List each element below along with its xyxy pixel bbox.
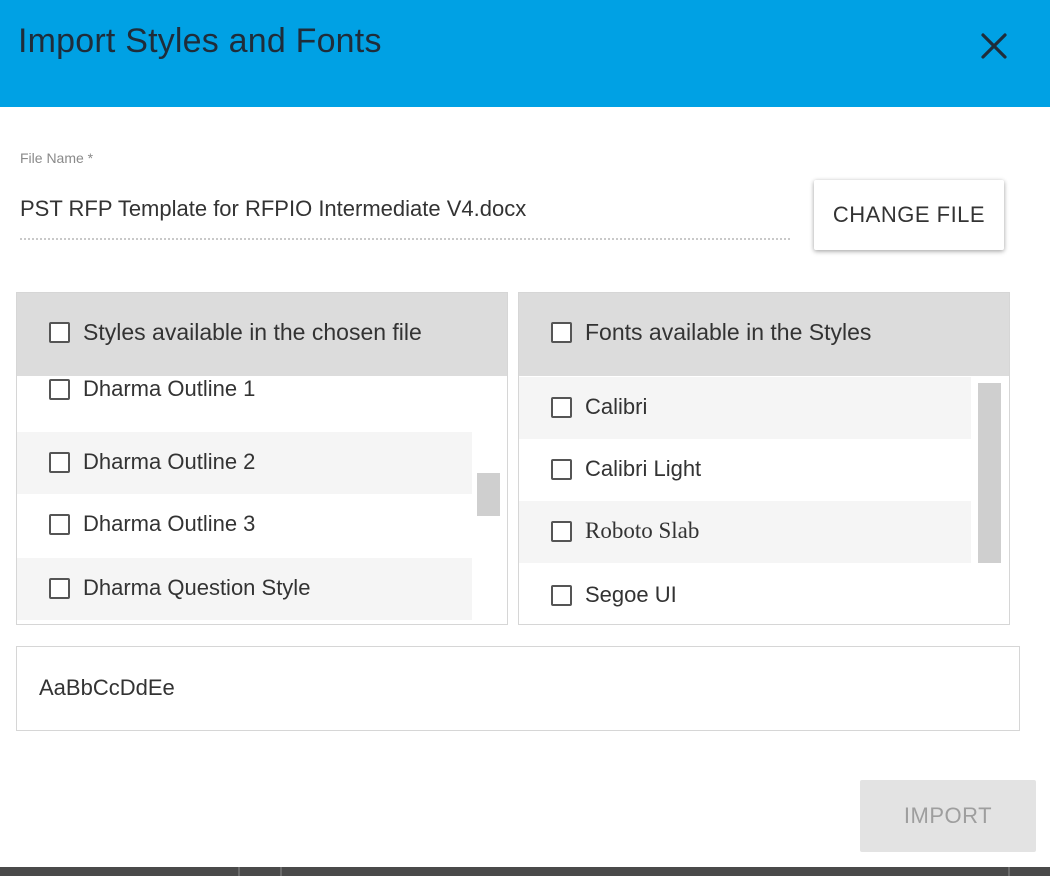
fonts-panel-title: Fonts available in the Styles xyxy=(585,319,872,345)
style-checkbox[interactable] xyxy=(49,578,70,599)
style-checkbox[interactable] xyxy=(49,452,70,473)
styles-panel-title: Styles available in the chosen file xyxy=(83,319,422,345)
list-item[interactable]: Dharma Outline 1 xyxy=(17,368,472,430)
font-label: Roboto Slab xyxy=(585,518,700,543)
styles-scrollbar[interactable] xyxy=(477,473,500,516)
styles-panel-header: Styles available in the chosen file xyxy=(17,293,507,376)
list-item[interactable]: Segoe UI xyxy=(519,565,971,624)
list-item[interactable]: Dharma Question Style xyxy=(17,558,472,620)
style-checkbox[interactable] xyxy=(49,514,70,535)
list-item[interactable]: Calibri Light xyxy=(519,439,971,501)
font-label: Segoe UI xyxy=(585,582,677,607)
list-item[interactable]: Dharma Outline 2 xyxy=(17,432,472,494)
file-name-field[interactable]: PST RFP Template for RFPIO Intermediate … xyxy=(20,196,790,240)
style-label: Dharma Outline 2 xyxy=(83,449,256,474)
style-preview-box: AaBbCcDdEe xyxy=(16,646,1020,731)
import-button[interactable]: IMPORT xyxy=(860,780,1036,852)
style-label: Dharma Outline 3 xyxy=(83,511,256,536)
import-styles-dialog: Import Styles and Fonts File Name * PST … xyxy=(0,0,1050,867)
style-label: Dharma Question Style xyxy=(83,575,311,600)
file-name-label: File Name * xyxy=(20,150,94,166)
styles-panel: Styles available in the chosen file Dhar… xyxy=(16,292,508,625)
close-icon[interactable] xyxy=(970,22,1018,70)
font-label: Calibri Light xyxy=(585,456,702,481)
font-checkbox[interactable] xyxy=(551,521,572,542)
fonts-scrollbar[interactable] xyxy=(978,383,1001,563)
fonts-panel: Fonts available in the Styles Calibri Ca… xyxy=(518,292,1010,625)
list-item[interactable]: Roboto Slab xyxy=(519,501,971,563)
list-item[interactable]: Calibri xyxy=(519,377,971,439)
style-checkbox[interactable] xyxy=(49,379,70,400)
dialog-header: Import Styles and Fonts xyxy=(0,0,1050,107)
backdrop xyxy=(0,867,1050,876)
fonts-panel-header: Fonts available in the Styles xyxy=(519,293,1009,376)
font-label: Calibri xyxy=(585,394,648,419)
select-all-styles-checkbox[interactable] xyxy=(49,322,70,343)
list-item[interactable]: Dharma Outline 3 xyxy=(17,494,472,556)
dialog-title: Import Styles and Fonts xyxy=(18,22,382,60)
change-file-button[interactable]: CHANGE FILE xyxy=(814,180,1004,250)
font-checkbox[interactable] xyxy=(551,397,572,418)
select-all-fonts-checkbox[interactable] xyxy=(551,322,572,343)
preview-sample-text: AaBbCcDdEe xyxy=(39,675,175,700)
font-checkbox[interactable] xyxy=(551,459,572,480)
font-checkbox[interactable] xyxy=(551,585,572,606)
style-label: Dharma Outline 1 xyxy=(83,376,256,401)
